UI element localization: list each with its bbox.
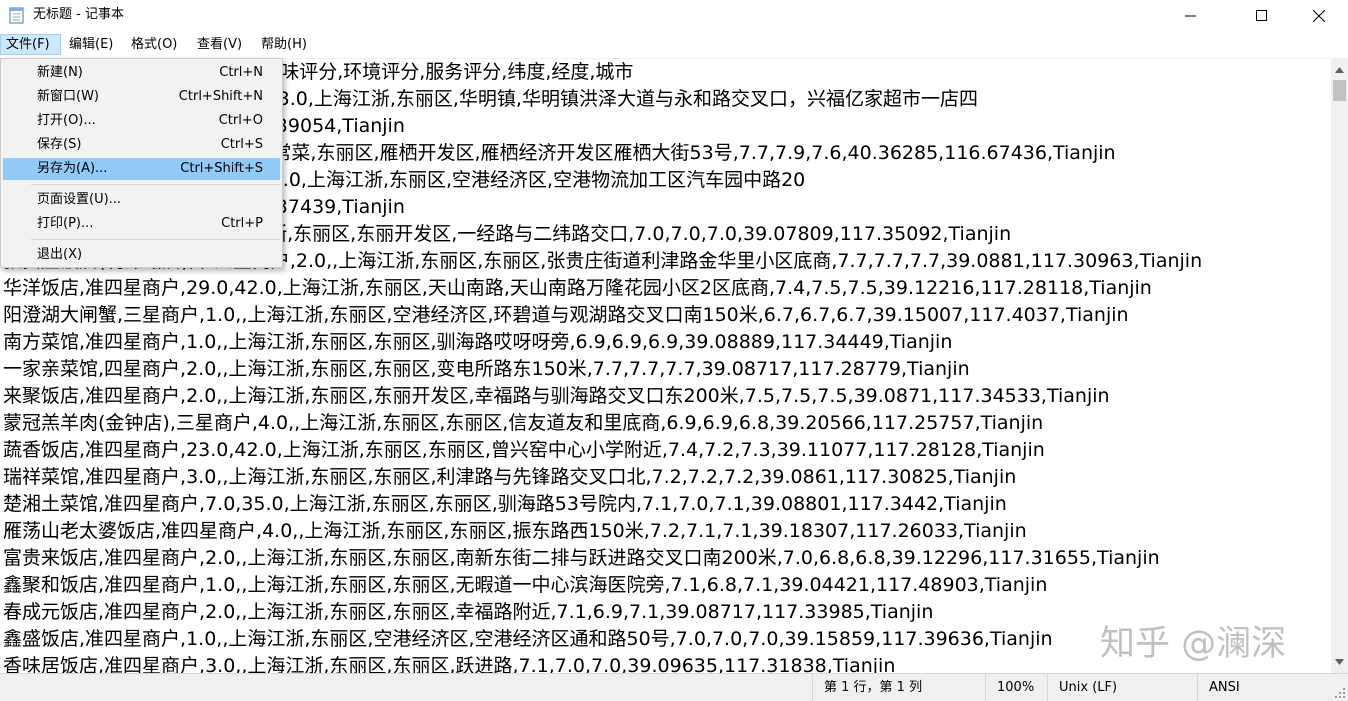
minimize-button[interactable]: [1167, 0, 1213, 31]
maximize-icon: [1255, 10, 1267, 21]
menu-separator: [31, 184, 280, 185]
text-line: 阳澄湖大闸蟹,三星商户,1.0,,上海江浙,东丽区,空港经济区,环碧道与观湖路交…: [3, 304, 1129, 326]
text-line: 华洋饭店,准四星商户,29.0,42.0,上海江浙,东丽区,天山南路,天山南路万…: [3, 277, 1152, 299]
text-line: 楚湘土菜馆,准四星商户,7.0,35.0,上海江浙,东丽区,东丽区,驯海路53号…: [3, 493, 1007, 515]
resize-grip-icon[interactable]: [1334, 687, 1346, 699]
menu-item-print[interactable]: 打印(P)... Ctrl+P: [3, 213, 280, 235]
menu-item-open[interactable]: 打开(O)... Ctrl+O: [3, 110, 280, 132]
status-bar: 第 1 行，第 1 列 100% Unix (LF) ANSI: [0, 673, 1348, 701]
menu-item-save[interactable]: 保存(S) Ctrl+S: [3, 134, 280, 156]
menu-item-shortcut: Ctrl+N: [219, 65, 263, 80]
file-menu-dropdown: 新建(N) Ctrl+N 新窗口(W) Ctrl+Shift+N 打开(O)..…: [0, 58, 283, 268]
vertical-scrollbar[interactable]: [1331, 59, 1348, 673]
menu-edit[interactable]: 编辑(E): [64, 34, 118, 55]
menu-item-shortcut: Ctrl+P: [221, 216, 263, 231]
menu-item-page-setup[interactable]: 页面设置(U)...: [3, 189, 280, 211]
text-line: 鑫盛饭店,准四星商户,1.0,,上海江浙,东丽区,空港经济区,空港经济区通和路5…: [3, 628, 1053, 650]
text-line: 南方菜馆,准四星商户,1.0,,上海江浙,东丽区,东丽区,驯海路哎呀呀旁,6.9…: [3, 331, 953, 353]
menu-item-new-window[interactable]: 新窗口(W) Ctrl+Shift+N: [3, 86, 280, 108]
scroll-thumb[interactable]: [1333, 80, 1346, 101]
menu-file[interactable]: 文件(F): [0, 34, 61, 55]
menu-item-save-as[interactable]: 另存为(A)... Ctrl+Shift+S: [3, 158, 280, 180]
menu-item-label: 另存为(A)...: [37, 161, 108, 176]
cursor-position: 第 1 行，第 1 列: [812, 674, 985, 701]
menu-item-label: 新窗口(W): [37, 89, 99, 104]
close-icon: [1313, 9, 1325, 22]
menu-item-exit[interactable]: 退出(X): [3, 244, 280, 266]
text-line: 春成元饭店,准四星商户,2.0,,上海江浙,东丽区,东丽区,幸福路附近,7.1,…: [3, 601, 934, 623]
title-bar: 无标题 - 记事本: [0, 0, 1348, 31]
menu-item-shortcut: Ctrl+S: [220, 137, 263, 152]
text-line: 来聚饭店,准四星商户,2.0,,上海江浙,东丽区,东丽开发区,幸福路与驯海路交叉…: [3, 385, 1110, 407]
menu-item-shortcut: Ctrl+Shift+S: [180, 161, 263, 176]
line-ending: Unix (LF): [1047, 674, 1197, 701]
text-line: 富贵来饭店,准四星商户,2.0,,上海江浙,东丽区,东丽区,南新东街二排与跃进路…: [3, 547, 1160, 569]
minimize-icon: [1184, 15, 1196, 17]
menu-separator: [31, 239, 280, 240]
text-line: 蔬香饭店,准四星商户,23.0,42.0,上海江浙,东丽区,东丽区,曾兴窑中心小…: [3, 439, 1045, 461]
text-line: 鑫聚和饭店,准四星商户,1.0,,上海江浙,东丽区,东丽区,无暇道一中心滨海医院…: [3, 574, 1048, 596]
zoom-level: 100%: [985, 674, 1047, 701]
scroll-down-icon[interactable]: [1331, 653, 1348, 670]
notepad-icon: [9, 6, 25, 24]
menu-view[interactable]: 查看(V): [192, 34, 247, 55]
scroll-up-icon[interactable]: [1331, 61, 1348, 78]
text-line: 一家亲菜馆,四星商户,2.0,,上海江浙,东丽区,东丽区,变电所路东150米,7…: [3, 358, 970, 380]
maximize-button[interactable]: [1238, 0, 1284, 31]
encoding: ANSI: [1197, 674, 1348, 701]
menu-item-label: 打开(O)...: [37, 113, 96, 128]
text-line: 香味居饭店,准四星商户,3.0,,上海江浙,东丽区,东丽区,跃进路,7.1,7.…: [3, 655, 896, 673]
menu-item-label: 页面设置(U)...: [37, 192, 122, 207]
text-line: 瑞祥菜馆,准四星商户,3.0,,上海江浙,东丽区,东丽区,利津路与先锋路交叉口北…: [3, 466, 1017, 488]
menu-item-new[interactable]: 新建(N) Ctrl+N: [3, 62, 280, 84]
menu-item-label: 打印(P)...: [37, 216, 94, 231]
menu-help[interactable]: 帮助(H): [256, 34, 312, 55]
menu-item-label: 保存(S): [37, 137, 82, 152]
menu-item-label: 退出(X): [37, 247, 83, 262]
close-button[interactable]: [1296, 0, 1342, 31]
menu-bar: 文件(F) 编辑(E) 格式(O) 查看(V) 帮助(H): [0, 31, 1348, 59]
menu-item-label: 新建(N): [37, 65, 83, 80]
menu-format[interactable]: 格式(O): [126, 34, 182, 55]
menu-item-shortcut: Ctrl+Shift+N: [178, 89, 263, 104]
text-line: 雁荡山老太婆饭店,准四星商户,4.0,,上海江浙,东丽区,东丽区,振东路西150…: [3, 520, 1027, 542]
window-title: 无标题 - 记事本: [33, 7, 124, 22]
menu-item-shortcut: Ctrl+O: [218, 113, 263, 128]
text-line: 蒙冠羔羊肉(金钟店),三星商户,4.0,,上海江浙,东丽区,东丽区,信友道友和里…: [3, 412, 1044, 434]
watermark: 知乎 @澜深: [1100, 624, 1287, 664]
